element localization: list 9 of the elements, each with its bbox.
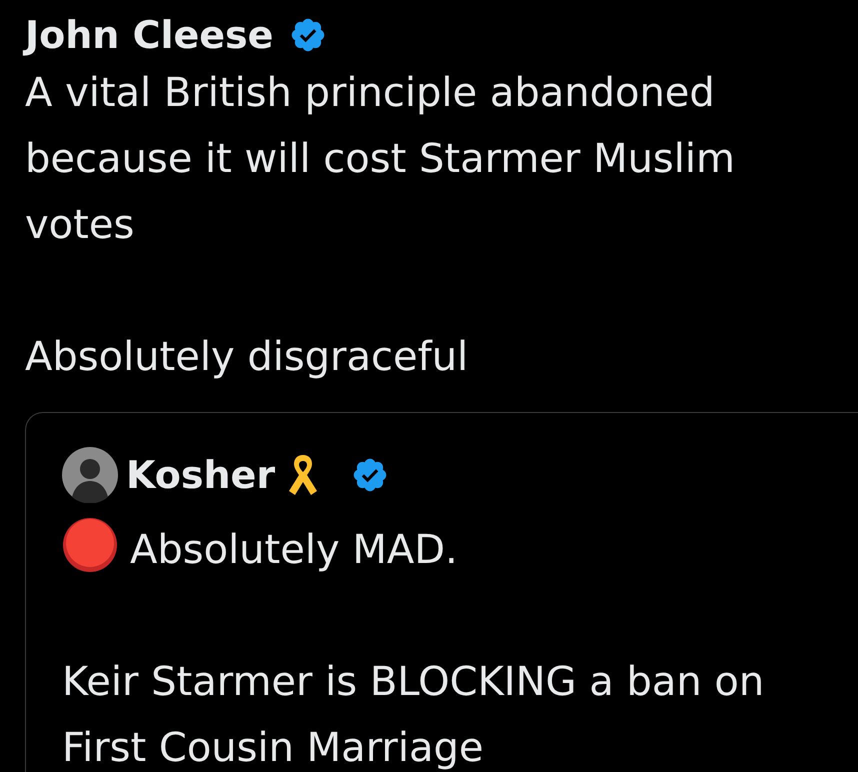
author-name[interactable]: John Cleese (25, 16, 274, 54)
quoted-post-card[interactable]: Kosher Absolutely MAD. Keir Starmer is BLOCKING a ban on First Cousin Marriage (25, 412, 858, 772)
post-text: Absolutely disgraceful (25, 333, 470, 382)
quoted-author-name[interactable]: Kosher (126, 456, 276, 494)
quoted-post-text: Keir Starmer is BLOCKING a ban on First Cousin Marriage (62, 658, 766, 772)
quoted-post-text: Absolutely MAD. (130, 526, 458, 575)
circle-icon (62, 517, 118, 573)
post-text: A vital British principle abandoned because it will cost Starmer Muslim votes (25, 69, 736, 250)
avatar-icon[interactable] (62, 447, 118, 503)
